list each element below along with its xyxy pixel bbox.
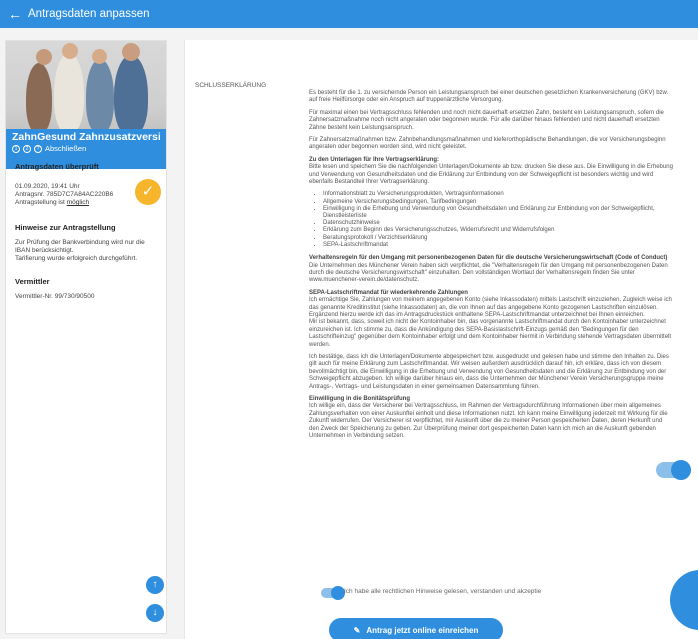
product-name: ZahnGesund Zahnzusatzversic... (12, 131, 160, 143)
doc-paragraph: Für maximal einen bei Vertragsschluss fe… (309, 109, 664, 131)
step-1-icon: 1 (12, 144, 20, 153)
application-summary-card: ZahnGesund Zahnzusatzversic... 1 2 ? Abs… (5, 40, 167, 634)
doc-paragraph: Die Unternehmen des Münchener Verein hab… (309, 262, 668, 284)
hints-heading: Hinweise zur Antragstellung (15, 223, 116, 232)
acknowledge-toggle[interactable] (321, 586, 345, 600)
doc-paragraph: Für Zahnersatzmaßnahmen bzw. Zahnbehandl… (309, 137, 666, 151)
list-item: Einwilligung in die Erhebung und Verwend… (323, 206, 673, 220)
submit-button[interactable]: ✎ Antrag jetzt online einreichen (329, 618, 503, 639)
overlay-toggle[interactable] (656, 460, 691, 480)
list-item: Allgemeine Versicherungsbedingungen, Tar… (323, 199, 673, 206)
step-label: Abschließen (45, 144, 87, 153)
doc-paragraph: Mir ist bekannt, dass, soweit ich nicht … (309, 319, 672, 348)
list-item: SEPA-Lastschriftmandat (323, 242, 673, 249)
acknowledge-label: Ich habe alle rechtlichen Hinweise geles… (344, 588, 567, 595)
declaration-heading: SCHLUSSERKLÄRUNG (195, 82, 267, 89)
doc-paragraph: Es besteht für die 1. zu versichernde Pe… (309, 90, 669, 104)
doc-paragraph: Ich ermächtige Sie, Zahlungen von meinem… (309, 297, 672, 311)
list-item: Erklärung zum Beginn des Versicherungssc… (323, 227, 673, 234)
hint-tarif: Tarifierung wurde erfolgreich durchgefüh… (15, 255, 138, 262)
doc-paragraph: Ergänzend hierzu werde ich das im Antrag… (309, 311, 645, 318)
top-app-bar: ← Antragsdaten anpassen (0, 0, 698, 28)
arrow-left-icon[interactable]: ← (2, 6, 28, 22)
status-heading: Antragsdaten überprüft (15, 162, 99, 171)
broker-heading: Vermittler (15, 277, 50, 286)
submit-label: Antrag jetzt online einreichen (366, 625, 479, 635)
scroll-down-button[interactable]: ↓ (146, 604, 164, 622)
doc-subheading: Verhaltensregeln für den Umgang mit pers… (309, 255, 668, 262)
product-steps: 1 2 ? Abschließen (12, 144, 160, 153)
status-possible-text: Antragstellung ist (15, 199, 65, 206)
doc-paragraph: Ich bestätige, dass ich die Unterlagen/D… (309, 353, 669, 390)
toggle-knob (671, 460, 691, 480)
check-icon: ✓ (135, 179, 161, 205)
step-2-icon: 2 (23, 144, 31, 153)
list-item: Datenschutzhinweise (323, 220, 673, 227)
hint-iban: Zur Prüfung der Bankverbindung wird nur … (15, 239, 145, 254)
help-icon: ? (34, 144, 42, 153)
declaration-text: Es besteht für die 1. zu versichernde Pe… (309, 90, 673, 445)
broker-section: Vermittler Vermittler-Nr. 99/730/90500 (15, 277, 161, 301)
document-list: Informationsblatt zu Versicherungsproduk… (323, 191, 673, 249)
doc-paragraph: Ich willige ein, dass der Versicherer be… (309, 403, 668, 440)
broker-number: Vermittler-Nr. 99/730/90500 (15, 293, 95, 300)
list-item: Beratungsprotokoll / Verzichtserklärung (323, 235, 673, 242)
doc-subheading: Einwilligung in die Bonitätsprüfung (309, 396, 410, 402)
page-title: Antragsdaten anpassen (28, 8, 150, 20)
hints-section: Hinweise zur Antragstellung Zur Prüfung … (15, 223, 161, 263)
list-item: Informationsblatt zu Versicherungsproduk… (323, 191, 673, 198)
doc-paragraph: Bitte lesen und speichern Sie die nachfo… (309, 164, 673, 186)
doc-subheading: Zu den Unterlagen für Ihre Vertragserklä… (309, 156, 440, 163)
scroll-up-button[interactable]: ↑ (146, 576, 164, 594)
status-possible-link[interactable]: möglich (67, 199, 89, 206)
toggle-knob (331, 586, 345, 600)
doc-subheading: SEPA-Lastschriftmandat für wiederkehrend… (309, 289, 468, 296)
pencil-icon: ✎ (353, 625, 361, 635)
